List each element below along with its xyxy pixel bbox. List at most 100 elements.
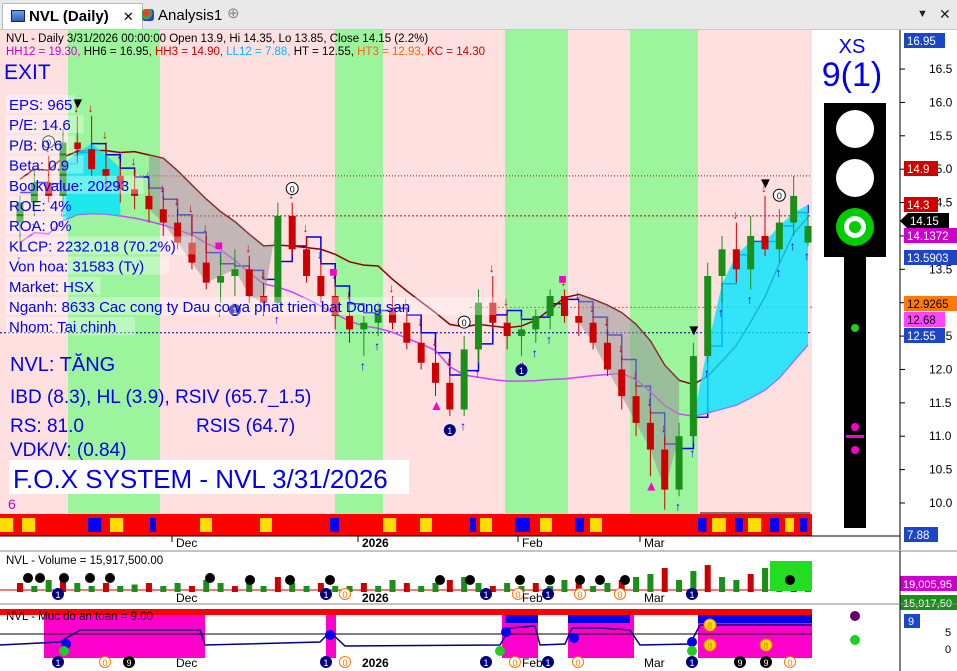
candle-body bbox=[790, 195, 798, 223]
safety-signal-text: 9 bbox=[763, 658, 768, 668]
volume-bar bbox=[719, 577, 726, 592]
square-marker-icon: ■ bbox=[329, 264, 337, 280]
price-axis[interactable]: 16.516.015.515.014.514.013.513.012.512.0… bbox=[900, 62, 953, 510]
up-arrow-icon: ↑ bbox=[790, 239, 796, 253]
trend-block bbox=[88, 518, 102, 532]
down-arrow-icon: ↓ bbox=[260, 268, 266, 282]
tab-analysis1[interactable]: Analysis1 bbox=[134, 3, 230, 29]
volume-signal-text: 1 bbox=[545, 590, 550, 600]
candle-body bbox=[603, 342, 611, 370]
candle-body bbox=[646, 422, 654, 450]
volume-bar bbox=[303, 586, 310, 592]
volume-bar bbox=[604, 583, 611, 592]
volume-dot bbox=[59, 573, 69, 583]
safety-green-dot bbox=[59, 646, 69, 656]
down-arrow-icon: ↓ bbox=[446, 354, 452, 368]
candle-body bbox=[718, 249, 726, 276]
candle-body bbox=[560, 296, 568, 317]
tab-label: Analysis1 bbox=[158, 7, 223, 24]
up-arrow-icon: ↑ bbox=[546, 332, 552, 346]
zero-circle-text: 0 bbox=[290, 185, 295, 195]
down-arrow-icon: ↓ bbox=[646, 395, 652, 409]
safety-x-label: Dec bbox=[176, 656, 197, 670]
candle-body bbox=[346, 316, 354, 330]
volume-bar bbox=[117, 586, 124, 592]
y-tick-label: 10.0 bbox=[929, 496, 953, 510]
volume-x-label: Mar bbox=[644, 591, 665, 605]
candle-body bbox=[217, 275, 225, 283]
candle-body bbox=[245, 269, 253, 297]
safety-signal-text: 1 bbox=[323, 658, 328, 668]
chart-area[interactable]: ↑ ↑ ↓ ↑ ↓ ↓ ↓ ↓ ↓ ↓ ↓ ↓ ↓ ↓ ↑ ↑ ↓ ↓ ↑ ↓ ↓ ↓ ↓ ↓ ↑ ↑ ↓ ↓ ↓ ↓ ↓ ↑ ↑ ↓ ↓ ↑ ↑ ↑ ↓ ↓… bbox=[0, 30, 957, 671]
y-tick-label: 16.0 bbox=[929, 95, 953, 109]
header-indicator-item: HT = 12.55, bbox=[294, 46, 357, 58]
candle-body bbox=[546, 296, 554, 317]
candle-body bbox=[460, 349, 468, 410]
trend-block bbox=[200, 518, 212, 532]
up-arrow-icon: ↑ bbox=[374, 339, 380, 353]
price-tag-text: 14.1372 bbox=[907, 231, 949, 243]
up-arrow-icon: ↑ bbox=[474, 366, 480, 380]
volume-tag-text: 19,005,95 bbox=[903, 579, 952, 591]
volume-bar bbox=[762, 568, 769, 592]
price-tag: 12.55 bbox=[904, 328, 945, 343]
trend-block bbox=[785, 518, 794, 532]
down-arrow-icon: ↓ bbox=[503, 294, 509, 308]
trend-block bbox=[220, 518, 244, 532]
volume-bar bbox=[676, 580, 683, 592]
y-tick-label: 11.5 bbox=[929, 396, 952, 410]
header-indicator-item: HT3 = 12.93, bbox=[357, 46, 427, 58]
y-tick-label: 11.0 bbox=[929, 429, 952, 443]
volume-x-label: 2026 bbox=[362, 591, 389, 605]
candle-body bbox=[274, 215, 282, 303]
fundamental-item: ROA: 0% bbox=[9, 218, 72, 235]
candle-body bbox=[303, 249, 311, 276]
tab-nvl-daily[interactable]: NVL (Daily) ✕ bbox=[2, 3, 143, 29]
trend-block bbox=[260, 518, 272, 532]
close-tab-icon[interactable]: ✕ bbox=[123, 9, 134, 24]
volume-bar bbox=[446, 580, 453, 592]
close-window-icon[interactable]: ✕ bbox=[939, 6, 951, 22]
volume-bar bbox=[88, 586, 95, 592]
volume-dot bbox=[85, 573, 95, 583]
safety-tick-label: 0 bbox=[945, 644, 951, 656]
plus-circle-icon[interactable]: ⊕ bbox=[227, 6, 240, 22]
down-arrow-icon: ↓ bbox=[589, 301, 595, 315]
trend-block bbox=[405, 518, 414, 532]
volume-bar bbox=[131, 584, 138, 592]
down-arrow-icon: ↓ bbox=[159, 181, 165, 195]
fundamental-item: ROE: 4% bbox=[9, 198, 72, 215]
price-tag-text: 12.68 bbox=[907, 315, 936, 327]
trend-block bbox=[110, 518, 124, 532]
candle-body bbox=[202, 262, 210, 283]
trend-block bbox=[22, 518, 36, 532]
volume-dot bbox=[575, 575, 585, 585]
down-arrow-icon: ↓ bbox=[431, 334, 437, 348]
candle-body bbox=[661, 449, 669, 490]
trend-block bbox=[470, 518, 476, 532]
dropdown-icon[interactable]: ▼ bbox=[917, 6, 928, 22]
safety-blue-band bbox=[505, 615, 538, 623]
candle-body bbox=[159, 209, 167, 223]
up-arrow-icon: ↑ bbox=[804, 249, 810, 263]
candle-body bbox=[732, 249, 740, 270]
trend-block bbox=[735, 518, 743, 532]
down-arrow-icon: ↓ bbox=[661, 421, 667, 435]
trend-block bbox=[770, 518, 779, 532]
header-indicator-item: KC = 14.30 bbox=[427, 46, 485, 58]
safety-dot bbox=[501, 627, 511, 637]
trend-block bbox=[540, 518, 552, 532]
candle-body bbox=[231, 269, 239, 276]
volume-dot bbox=[23, 573, 33, 583]
volume-dot bbox=[595, 575, 605, 585]
small-number: 6 bbox=[8, 496, 16, 512]
down-arrow-icon: ↓ bbox=[732, 208, 738, 222]
safety-tag-text: 9 bbox=[908, 616, 914, 628]
candle-body bbox=[145, 195, 153, 210]
trend-block bbox=[150, 518, 156, 532]
volume-bar bbox=[647, 574, 654, 592]
trend-block bbox=[330, 518, 339, 532]
down-arrow-icon: ↓ bbox=[389, 281, 395, 295]
safety-side-dot bbox=[850, 611, 860, 621]
down-arrow-icon: ↓ bbox=[174, 194, 180, 208]
